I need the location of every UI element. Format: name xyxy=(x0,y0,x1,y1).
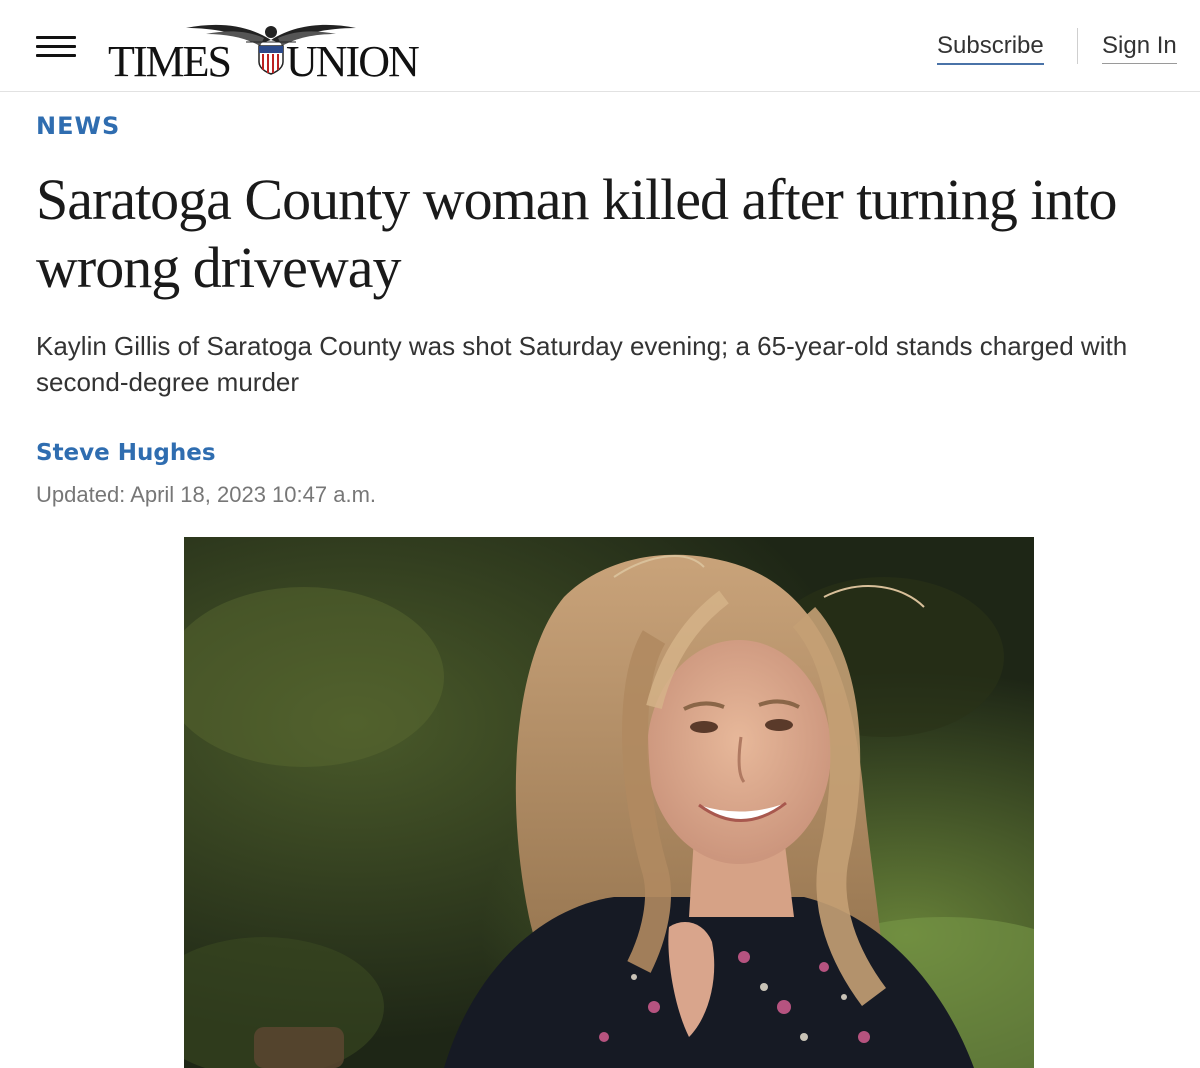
author-byline[interactable]: Steve Hughes xyxy=(36,440,216,466)
logo-word-union: UNION xyxy=(286,37,420,86)
article-subheadline: Kaylin Gillis of Saratoga County was sho… xyxy=(36,331,1128,397)
site-header: TIMES UNION Subscribe Sign In xyxy=(0,0,1200,92)
hamburger-menu-icon[interactable] xyxy=(36,36,78,60)
site-logo[interactable]: TIMES UNION xyxy=(106,18,432,84)
portrait-image xyxy=(184,537,1034,1068)
subscribe-link[interactable]: Subscribe xyxy=(937,32,1044,65)
article-photo[interactable] xyxy=(184,537,1034,1068)
section-label[interactable]: NEWS xyxy=(36,112,120,140)
sign-in-link[interactable]: Sign In xyxy=(1102,32,1177,64)
header-divider xyxy=(1077,28,1078,64)
updated-timestamp: Updated: April 18, 2023 10:47 a.m. xyxy=(36,482,377,507)
logo-word-times: TIMES xyxy=(108,37,232,86)
article-headline: Saratoga County woman killed after turni… xyxy=(36,167,1118,300)
